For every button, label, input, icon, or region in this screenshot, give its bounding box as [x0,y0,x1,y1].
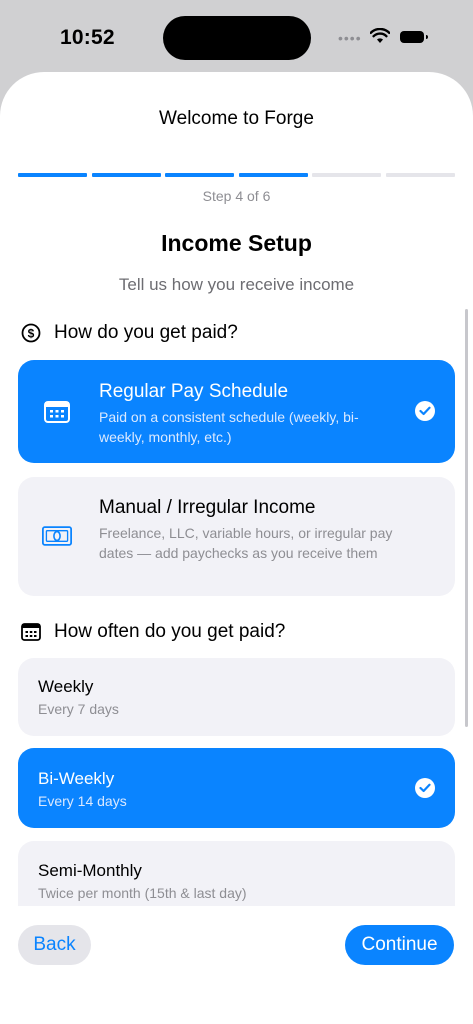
frequency-title: Semi-Monthly [38,861,142,880]
back-button[interactable]: Back [18,925,91,965]
signal-icon: •••• [338,30,362,46]
page-subtitle: Tell us how you receive income [118,275,355,294]
onboarding-sheet: Welcome to Forge Step 4 of 6 Income Setu… [0,72,473,1024]
progress-bar [18,173,455,177]
option-regular-pay[interactable]: Regular Pay Schedule Paid on a consisten… [18,360,455,463]
frequency-heading-label: How often do you get paid? [54,621,286,642]
status-time: 10:52 [60,26,115,49]
frequency-option-bi-weekly[interactable]: Bi-Weekly Every 14 days [18,748,455,828]
frequency-heading: How often do you get paid? [20,621,285,643]
status-bar: 10:52 •••• [0,0,473,78]
frequency-description: Every 14 days [38,793,127,809]
battery-icon [400,31,428,43]
progress-segment-5 [312,173,381,177]
frequency-description: Twice per month (15th & last day) [38,885,247,901]
option-title: Manual / Irregular Income [99,497,316,518]
frequency-option-weekly[interactable]: Weekly Every 7 days [18,658,455,736]
frequency-title: Weekly [38,677,94,696]
footer-bar [0,906,473,1024]
checkmark-icon [415,778,435,798]
continue-button[interactable]: Continue [345,925,454,965]
wifi-icon [370,28,390,43]
calendar-icon [42,397,72,427]
checkmark-icon [415,401,435,421]
frequency-description: Every 7 days [38,701,119,717]
progress-segment-6 [386,173,455,177]
pay-method-heading: $ How do you get paid? [20,322,238,344]
progress-segment-2 [92,173,161,177]
scroll-indicator[interactable] [465,309,468,727]
progress-segment-1 [18,173,87,177]
option-manual-income[interactable]: Manual / Irregular Income Freelance, LLC… [18,477,455,596]
sheet-title: Welcome to Forge [159,108,314,129]
frequency-title: Bi-Weekly [38,769,115,788]
calendar-icon [20,621,42,643]
progress-segment-3 [165,173,234,177]
page-title: Income Setup [161,230,312,256]
option-description: Freelance, LLC, variable hours, or irreg… [99,525,393,561]
progress-segment-4 [239,173,308,177]
dollar-circle-icon: $ [20,322,42,344]
step-label: Step 4 of 6 [202,188,271,204]
banknote-icon [42,521,72,551]
option-title: Regular Pay Schedule [99,381,289,402]
option-description: Paid on a consistent schedule (weekly, b… [99,409,359,445]
dynamic-island [163,16,311,60]
svg-text:$: $ [28,327,35,341]
pay-method-heading-label: How do you get paid? [54,322,238,343]
